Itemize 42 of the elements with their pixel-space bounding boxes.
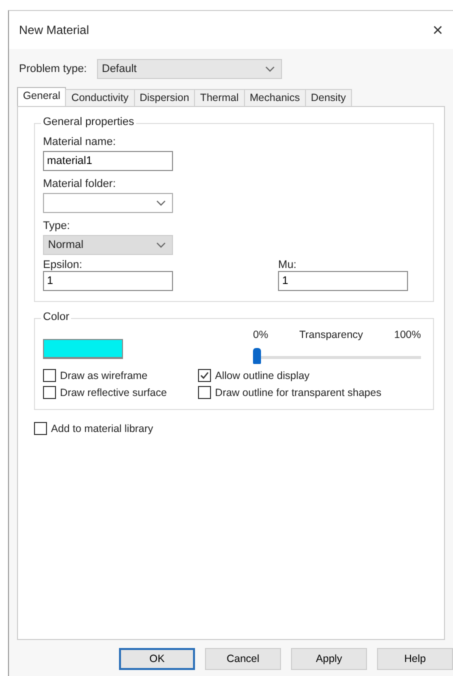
- tab[interactable]: Dispersion: [134, 89, 196, 106]
- dialog-button[interactable]: OK: [119, 648, 195, 670]
- slider-label: Transparency: [299, 329, 364, 341]
- tab[interactable]: Conductivity: [65, 89, 135, 106]
- checkbox[interactable]: [43, 386, 56, 399]
- tab[interactable]: General: [17, 87, 66, 106]
- chevron-down-icon: [156, 200, 166, 206]
- field-label: Problem type:: [19, 63, 87, 75]
- color-swatch-button[interactable]: [43, 339, 123, 359]
- text-field[interactable]: 1: [278, 271, 408, 291]
- window-title: New Material: [19, 23, 90, 37]
- slider-thumb[interactable]: [253, 348, 261, 364]
- checkbox-label: Draw as wireframe: [60, 370, 148, 382]
- close-button[interactable]: ×: [428, 20, 447, 40]
- field-label: Mu:: [278, 259, 296, 271]
- tab[interactable]: Mechanics: [244, 89, 306, 106]
- group-title: General properties: [41, 116, 136, 128]
- slider-min-label: 0%: [253, 329, 268, 341]
- chevron-down-icon: [156, 242, 166, 248]
- checkbox-label: Draw reflective surface: [60, 386, 167, 398]
- text-field[interactable]: 1: [43, 271, 173, 291]
- dialog-button[interactable]: Help: [377, 648, 453, 670]
- slider-max-label: 100%: [394, 329, 421, 341]
- checkbox-label: Add to material library: [51, 422, 154, 434]
- tab[interactable]: Thermal: [194, 89, 245, 106]
- chevron-down-icon: [264, 66, 275, 72]
- field-label: Material name:: [43, 136, 117, 148]
- checkbox[interactable]: [43, 369, 56, 382]
- field-label: Material folder:: [43, 178, 117, 190]
- dialog-button[interactable]: Cancel: [205, 648, 281, 670]
- checkbox-label: Draw outline for transparent shapes: [215, 386, 382, 398]
- text-field[interactable]: material1: [43, 151, 173, 171]
- field-label: Type:: [43, 220, 71, 232]
- checkbox[interactable]: [34, 422, 47, 435]
- dialog-button[interactable]: Apply: [291, 648, 367, 670]
- dropdown[interactable]: Default: [96, 59, 282, 79]
- checkbox[interactable]: [198, 369, 211, 382]
- checkbox[interactable]: [198, 386, 211, 399]
- field-label: Epsilon:: [43, 259, 82, 271]
- checkbox-label: Allow outline display: [215, 370, 310, 382]
- tab[interactable]: Density: [304, 89, 352, 106]
- group-title: Color: [41, 311, 72, 323]
